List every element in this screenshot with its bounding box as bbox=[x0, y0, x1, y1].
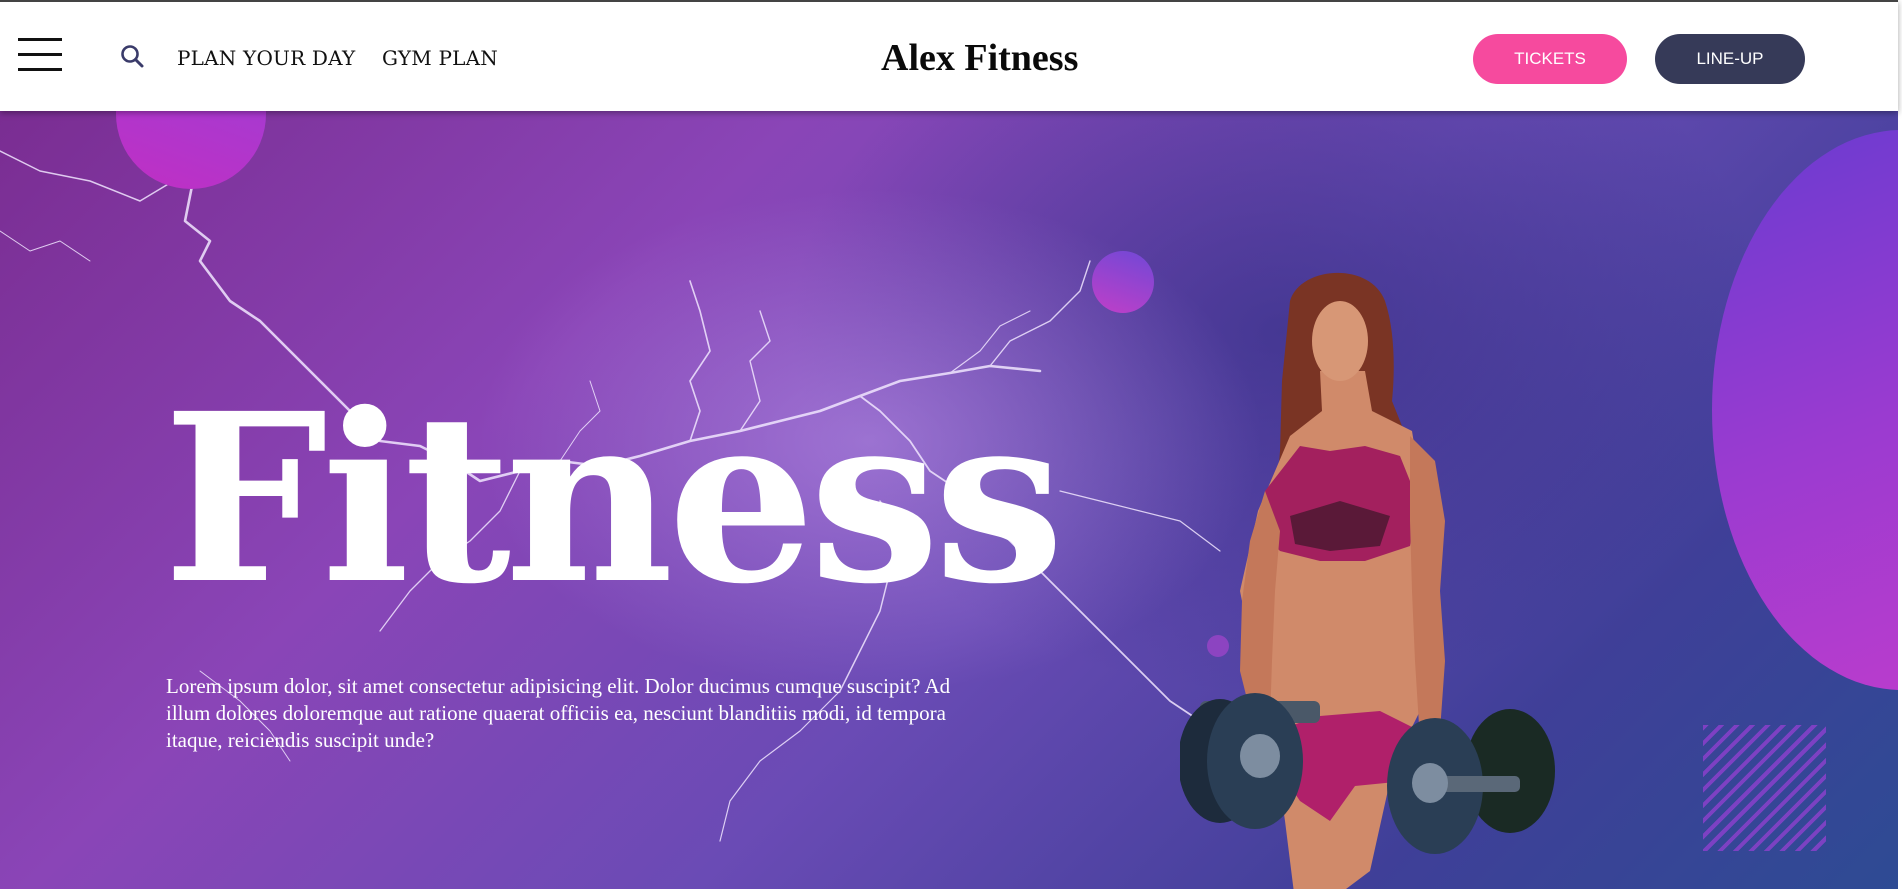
search-icon[interactable] bbox=[120, 44, 146, 70]
woman-with-dumbbells-image bbox=[1180, 272, 1555, 889]
brand-logo-text[interactable]: Alex Fitness bbox=[881, 36, 1078, 80]
tickets-button[interactable]: TICKETS bbox=[1473, 34, 1627, 84]
hamburger-menu-icon[interactable] bbox=[18, 38, 62, 72]
decor-circle-small bbox=[1092, 251, 1154, 313]
lineup-button[interactable]: LINE-UP bbox=[1655, 34, 1805, 84]
hero-description: Lorem ipsum dolor, sit amet consectetur … bbox=[166, 674, 951, 752]
decor-stripes bbox=[1703, 725, 1826, 851]
site-header: PLAN YOUR DAY GYM PLAN Alex Fitness TICK… bbox=[0, 0, 1898, 111]
nav-link-gym-plan[interactable]: GYM PLAN bbox=[382, 46, 498, 70]
nav-link-plan-your-day[interactable]: PLAN YOUR DAY bbox=[177, 46, 355, 70]
page: PLAN YOUR DAY GYM PLAN Alex Fitness TICK… bbox=[0, 0, 1902, 892]
hero-section: Fitness Lorem ipsum dolor, sit amet cons… bbox=[0, 111, 1898, 889]
hero-title: Fitness bbox=[163, 362, 1065, 635]
